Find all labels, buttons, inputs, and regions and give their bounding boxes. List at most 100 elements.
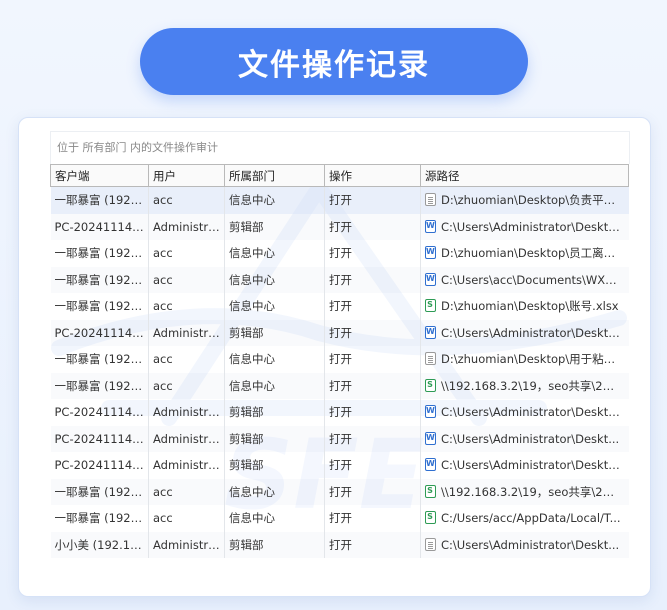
- record-card: SFE 位于 所有部门 内的文件操作审计 客户端 用户 所属部门 操作 源路径 …: [18, 117, 651, 597]
- table-row[interactable]: 一耶暴富 (192.1...acc信息中心打开 D:\zhuomian\Deskt…: [50, 293, 629, 320]
- department-cell: 剪辑部: [224, 399, 325, 426]
- action-cell: 打开: [324, 240, 421, 267]
- table-body: 一耶暴富 (192.1... acc 信息中心 打开 D:\zhuomian\Deskt…: [50, 186, 629, 558]
- word-file-icon: [425, 405, 436, 419]
- user-cell: acc: [148, 372, 225, 399]
- user-cell: Administra...: [148, 531, 225, 558]
- source-path-text: C:\Users\Administrator\Deskto...: [441, 458, 627, 473]
- source-path-cell: D:\zhuomian\Desktop\用于粘贴...: [420, 346, 629, 373]
- action-cell: 打开: [324, 293, 421, 320]
- action-cell: 打开: [324, 478, 421, 505]
- user-cell: Administra...: [148, 452, 225, 479]
- action-cell: 打开: [324, 213, 421, 240]
- department-cell: 信息中心: [224, 186, 325, 214]
- spreadsheet-file-icon: [425, 484, 436, 498]
- department-cell: 剪辑部: [224, 531, 325, 558]
- user-cell: acc: [148, 240, 225, 267]
- word-file-icon: [425, 246, 436, 260]
- action-cell: 打开: [324, 319, 421, 346]
- table-row[interactable]: 一耶暴富 (192.1...acc信息中心打开 D:\zhuomian\Deskt…: [50, 186, 629, 214]
- user-cell: Administra...: [148, 319, 225, 346]
- action-cell: 打开: [324, 505, 421, 532]
- source-path-text: C:\Users\Administrator\Deskto...: [441, 219, 627, 234]
- source-path-text: D:\zhuomian\Desktop\用于粘贴...: [441, 352, 627, 367]
- table-row[interactable]: PC-202411141...Administra...剪辑部打开 C:\User…: [50, 399, 629, 426]
- table-row[interactable]: PC-202411141...Administra...剪辑部打开 C:\User…: [50, 425, 629, 452]
- text-file-icon: [425, 537, 436, 551]
- word-file-icon: [425, 272, 436, 286]
- action-cell: 打开: [324, 531, 421, 558]
- department-cell: 信息中心: [224, 478, 325, 505]
- source-path-text: C:\Users\Administrator\Deskt...: [441, 431, 620, 446]
- client-cell: PC-202411141...: [50, 452, 149, 479]
- table-row[interactable]: 一耶暴富 (192.1...acc信息中心打开 C:/Users/acc/AppD…: [50, 505, 629, 532]
- client-cell: 一耶暴富 (192.1...: [50, 505, 149, 532]
- source-path-text: \\192.168.3.2\19，seo共享\2、...: [441, 484, 626, 499]
- source-path-cell: C:\Users\Administrator\Deskto...: [420, 319, 629, 346]
- client-cell: 一耶暴富 (192.1...: [50, 186, 149, 214]
- column-header-source-path[interactable]: 源路径: [420, 164, 629, 187]
- scope-label: 位于 所有部门 内的文件操作审计: [50, 131, 630, 164]
- table-row[interactable]: 一耶暴富 (192.1...acc信息中心打开 \\192.168.3.2\19，…: [50, 478, 629, 505]
- user-cell: acc: [148, 266, 225, 293]
- user-cell: acc: [148, 478, 225, 505]
- department-cell: 信息中心: [224, 505, 325, 532]
- text-file-icon: [425, 352, 436, 366]
- table-row[interactable]: 一耶暴富 (192.1...acc信息中心打开 D:\zhuomian\Deskt…: [50, 240, 629, 267]
- client-cell: PC-202411141...: [50, 399, 149, 426]
- user-cell: Administra...: [148, 399, 225, 426]
- column-header-client[interactable]: 客户端: [50, 164, 149, 187]
- source-path-cell: C:\Users\Administrator\Deskto...: [420, 213, 629, 240]
- department-cell: 信息中心: [224, 240, 325, 267]
- client-cell: PC-202411141...: [50, 319, 149, 346]
- source-path-cell: C:\Users\acc\Documents\WXW...: [420, 266, 629, 293]
- column-header-action[interactable]: 操作: [324, 164, 421, 187]
- client-cell: PC-202411141...: [50, 213, 149, 240]
- audit-panel: 位于 所有部门 内的文件操作审计 客户端 用户 所属部门 操作 源路径 一耶暴富…: [50, 131, 630, 589]
- source-path-cell: C:/Users/acc/AppData/Local/T...: [420, 505, 629, 532]
- client-cell: 一耶暴富 (192.1...: [50, 266, 149, 293]
- source-path-text: C:\Users\acc\Documents\WXW...: [441, 272, 627, 287]
- department-cell: 信息中心: [224, 346, 325, 373]
- department-cell: 剪辑部: [224, 452, 325, 479]
- table-row[interactable]: PC-202411141...Administra...剪辑部打开 C:\User…: [50, 452, 629, 479]
- table-header: 客户端 用户 所属部门 操作 源路径: [50, 164, 629, 187]
- source-path-cell: \\192.168.3.2\19，seo共享\2、...: [420, 372, 629, 399]
- department-cell: 信息中心: [224, 266, 325, 293]
- table-row[interactable]: PC-202411141...Administra...剪辑部打开 C:\User…: [50, 213, 629, 240]
- action-cell: 打开: [324, 399, 421, 426]
- user-cell: acc: [148, 293, 225, 320]
- table-row[interactable]: 一耶暴富 (192.1...acc信息中心打开 D:\zhuomian\Deskt…: [50, 346, 629, 373]
- file-operation-table: 客户端 用户 所属部门 操作 源路径 一耶暴富 (192.1... acc 信息中心…: [50, 164, 629, 558]
- user-cell: acc: [148, 505, 225, 532]
- table-row[interactable]: 小小美 (192.16... Administra... 剪辑部 打开 C:\Users…: [50, 531, 629, 558]
- action-cell: 打开: [324, 266, 421, 293]
- spreadsheet-file-icon: [425, 299, 436, 313]
- department-cell: 剪辑部: [224, 319, 325, 346]
- department-cell: 剪辑部: [224, 425, 325, 452]
- word-file-icon: [425, 431, 436, 445]
- source-path-text: C:\Users\Administrator\Deskto...: [441, 405, 627, 420]
- spreadsheet-file-icon: [425, 511, 436, 525]
- department-cell: 信息中心: [224, 293, 325, 320]
- client-cell: 一耶暴富 (192.1...: [50, 293, 149, 320]
- word-file-icon: [425, 219, 436, 233]
- source-path-text: C:\Users\Administrator\Deskto...: [441, 325, 627, 340]
- page-title: 文件操作记录: [140, 28, 528, 95]
- column-header-department[interactable]: 所属部门: [224, 164, 325, 187]
- source-path-text: \\192.168.3.2\19，seo共享\2、...: [441, 378, 626, 393]
- column-header-user[interactable]: 用户: [148, 164, 225, 187]
- source-path-text: D:\zhuomian\Desktop\账号.xlsx: [441, 299, 619, 314]
- user-cell: acc: [148, 186, 225, 214]
- source-path-cell: D:\zhuomian\Desktop\负责平台...: [420, 186, 629, 214]
- user-cell: Administra...: [148, 425, 225, 452]
- user-cell: acc: [148, 346, 225, 373]
- source-path-cell: C:\Users\Administrator\Deskto...: [420, 399, 629, 426]
- client-cell: PC-202411141...: [50, 425, 149, 452]
- table-row[interactable]: PC-202411141...Administra...剪辑部打开 C:\User…: [50, 319, 629, 346]
- client-cell: 一耶暴富 (192.1...: [50, 346, 149, 373]
- table-row[interactable]: 一耶暴富 (192.1...acc信息中心打开 \\192.168.3.2\19，…: [50, 372, 629, 399]
- source-path-cell: \\192.168.3.2\19，seo共享\2、...: [420, 478, 629, 505]
- table-row[interactable]: 一耶暴富 (192.1...acc信息中心打开 C:\Users\acc\Docu…: [50, 266, 629, 293]
- user-cell: Administra...: [148, 213, 225, 240]
